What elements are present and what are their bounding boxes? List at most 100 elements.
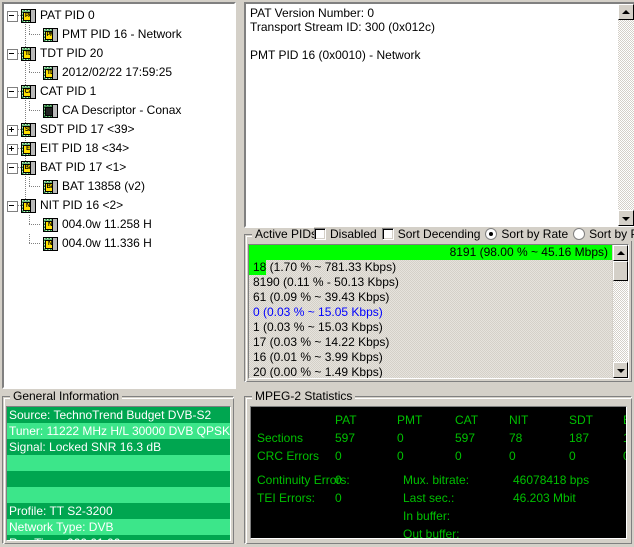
stats-sections-value: 78	[509, 431, 523, 445]
tree-collapse-icon[interactable]	[7, 201, 18, 212]
stats-lastsec-label: Last sec.:	[403, 491, 455, 505]
stats-sections-value: 0	[397, 431, 404, 445]
tree-node-child[interactable]: BA BAT 13858 (v2)	[4, 177, 234, 196]
tree-expand-icon[interactable]	[7, 144, 18, 155]
general-information-list[interactable]: Source: TechnoTrend Budget DVB-S2 Tuner: …	[6, 406, 231, 541]
pid-row-label: 8190 (0.11 % - 50.13 Kbps)	[253, 275, 399, 289]
sort-descending-label: Sort Decending	[397, 227, 481, 241]
si-table-icon: BA	[43, 180, 58, 194]
icon-fold	[52, 181, 57, 193]
si-tree[interactable]: PA PAT PID 0 PM PMT PID 16 - Network TD TDT P…	[4, 4, 234, 253]
si-table-icon: NI	[21, 199, 36, 213]
tree-connector	[29, 186, 41, 187]
si-table-icon: BA	[21, 161, 36, 175]
pid-row-label: 1 (0.03 % ~ 15.03 Kbps)	[253, 320, 383, 334]
pid-row[interactable]: 1 (0.03 % ~ 15.03 Kbps)	[249, 320, 612, 335]
pid-row[interactable]: 17 (0.03 % ~ 14.22 Kbps)	[249, 335, 612, 350]
tree-node-label: BAT PID 17 <1>	[40, 160, 127, 174]
tree-node-child[interactable]: TD 2012/02/22 17:59:25	[4, 63, 234, 82]
active-pids-list-wrap[interactable]: 8191 (98.00 % ~ 45.16 Mbps) 18 (1.70 % ~ …	[248, 244, 629, 379]
tree-node-child[interactable]: NI 004.0w 11.336 H	[4, 234, 234, 253]
scroll-up-icon[interactable]	[618, 4, 634, 20]
stats-crc-value: 0	[569, 449, 576, 463]
app-window: PA PAT PID 0 PM PMT PID 16 - Network TD TDT P…	[0, 0, 634, 547]
sort-by-pid-radio[interactable]	[573, 228, 586, 240]
stats-continuity-value: 0	[335, 473, 342, 487]
tree-node-label: EIT PID 18 <34>	[40, 141, 130, 155]
mpeg2-statistics-group: MPEG-2 Statistics PAT PMT CAT NIT SDT EIT Sect…	[244, 390, 632, 544]
tree-node-root[interactable]: BA BAT PID 17 <1>	[4, 158, 234, 177]
pid-row[interactable]: 20 (0.00 % ~ 1.49 Kbps)	[249, 365, 612, 378]
pid-row[interactable]: 0 (0.03 % ~ 15.05 Kbps)	[249, 305, 612, 320]
ca-descriptor-icon	[43, 104, 58, 118]
pid-row-label: 8191 (98.00 % ~ 45.16 Mbps)	[449, 245, 608, 259]
scroll-down-icon[interactable]	[613, 362, 628, 378]
stats-crc-value: 0	[397, 449, 404, 463]
tree-node-root[interactable]: EI EIT PID 18 <34>	[4, 139, 234, 158]
stats-column-header: EIT	[623, 413, 626, 427]
tree-node-label: BAT 13858 (v2)	[62, 179, 145, 193]
icon-fold	[30, 48, 35, 60]
scroll-up-icon[interactable]	[613, 245, 628, 261]
stats-column-header: PAT	[335, 413, 357, 427]
stats-sections-value: 187	[569, 431, 590, 445]
tree-node-root[interactable]: NI NIT PID 16 <2>	[4, 196, 234, 215]
sort-descending-checkbox-wrap[interactable]: Sort Decending	[381, 227, 481, 241]
stats-column-header: NIT	[509, 413, 529, 427]
tree-node-child[interactable]: PM PMT PID 16 - Network	[4, 25, 234, 44]
si-tree-panel[interactable]: PA PAT PID 0 PM PMT PID 16 - Network TD TDT P…	[2, 2, 236, 389]
tree-node-root[interactable]: TD TDT PID 20	[4, 44, 234, 63]
active-pids-list[interactable]: 8191 (98.00 % ~ 45.16 Mbps) 18 (1.70 % ~ …	[249, 245, 612, 378]
disabled-checkbox-wrap[interactable]: Disabled	[314, 227, 377, 241]
pid-row-label: 17 (0.03 % ~ 14.22 Kbps)	[253, 335, 390, 349]
icon-fold	[52, 67, 57, 79]
general-info-row: Signal: Locked SNR 16.3 dB	[7, 439, 230, 455]
pid-row-label: 18 (1.70 % ~ 781.33 Kbps)	[253, 260, 397, 274]
disabled-label: Disabled	[330, 227, 377, 241]
sort-descending-checkbox[interactable]	[381, 228, 394, 240]
sort-by-pid-radio-wrap[interactable]: Sort by PID	[573, 227, 634, 241]
tree-node-root[interactable]: PA PAT PID 0	[4, 6, 234, 25]
active-pids-group: Active PIDs Disabled Sort Decending Sort…	[244, 227, 634, 382]
general-info-row	[7, 471, 230, 487]
si-table-icon: EI	[21, 142, 36, 156]
sort-by-rate-radio[interactable]	[485, 228, 498, 240]
general-info-row: Tuner: 11222 MHz H/L 30000 DVB QPSK	[7, 423, 230, 439]
stats-outbuffer-label: Out buffer:	[403, 527, 460, 539]
pid-row-label: 16 (0.01 % ~ 3.99 Kbps)	[253, 350, 383, 364]
general-info-row: Profile: TT S2-3200	[7, 503, 230, 519]
tree-node-label: 004.0w 11.336 H	[62, 236, 152, 250]
stats-sections-value: 597	[455, 431, 476, 445]
detail-textbox[interactable]: PAT Version Number: 0 Transport Stream I…	[244, 2, 634, 228]
scrollbar-thumb[interactable]	[613, 261, 628, 281]
tree-node-label: CAT PID 1	[40, 84, 97, 98]
si-table-icon: CA	[21, 85, 36, 99]
scroll-down-icon[interactable]	[618, 210, 634, 226]
tree-node-child[interactable]: CA Descriptor - Conax	[4, 101, 234, 120]
stats-sections-label: Sections	[257, 431, 304, 445]
pid-row[interactable]: 16 (0.01 % ~ 3.99 Kbps)	[249, 350, 612, 365]
tree-collapse-icon[interactable]	[7, 163, 18, 174]
mpeg2-statistics-body: PAT PMT CAT NIT SDT EIT Sections 597 0 597 78 187 10…	[250, 406, 627, 539]
pid-row[interactable]: 8190 (0.11 % - 50.13 Kbps)	[249, 275, 612, 290]
tree-collapse-icon[interactable]	[7, 11, 18, 22]
tree-collapse-icon[interactable]	[7, 49, 18, 60]
tree-node-child[interactable]: NI 004.0w 11.258 H	[4, 215, 234, 234]
sort-by-rate-radio-wrap[interactable]: Sort by Rate	[485, 227, 568, 241]
icon-fold	[30, 143, 35, 155]
tree-collapse-icon[interactable]	[7, 87, 18, 98]
active-pids-scrollbar[interactable]	[613, 245, 628, 378]
disabled-checkbox[interactable]	[314, 228, 326, 240]
active-pids-controls: Disabled Sort Decending Sort by Rate Sor…	[314, 227, 634, 241]
tree-node-root[interactable]: CA CAT PID 1	[4, 82, 234, 101]
tree-node-root[interactable]: SD SDT PID 17 <39>	[4, 120, 234, 139]
detail-scrollbar[interactable]	[618, 4, 634, 226]
stats-column-header: CAT	[455, 413, 479, 427]
pid-row[interactable]: 61 (0.09 % ~ 39.43 Kbps)	[249, 290, 612, 305]
mpeg2-statistics-title: MPEG-2 Statistics	[252, 390, 356, 402]
stats-mux-label: Mux. bitrate:	[403, 473, 470, 487]
pid-row[interactable]: 8191 (98.00 % ~ 45.16 Mbps)	[249, 245, 612, 260]
tree-expand-icon[interactable]	[7, 125, 18, 136]
pid-row[interactable]: 18 (1.70 % ~ 781.33 Kbps)	[249, 260, 612, 275]
si-table-icon: SD	[21, 123, 36, 137]
